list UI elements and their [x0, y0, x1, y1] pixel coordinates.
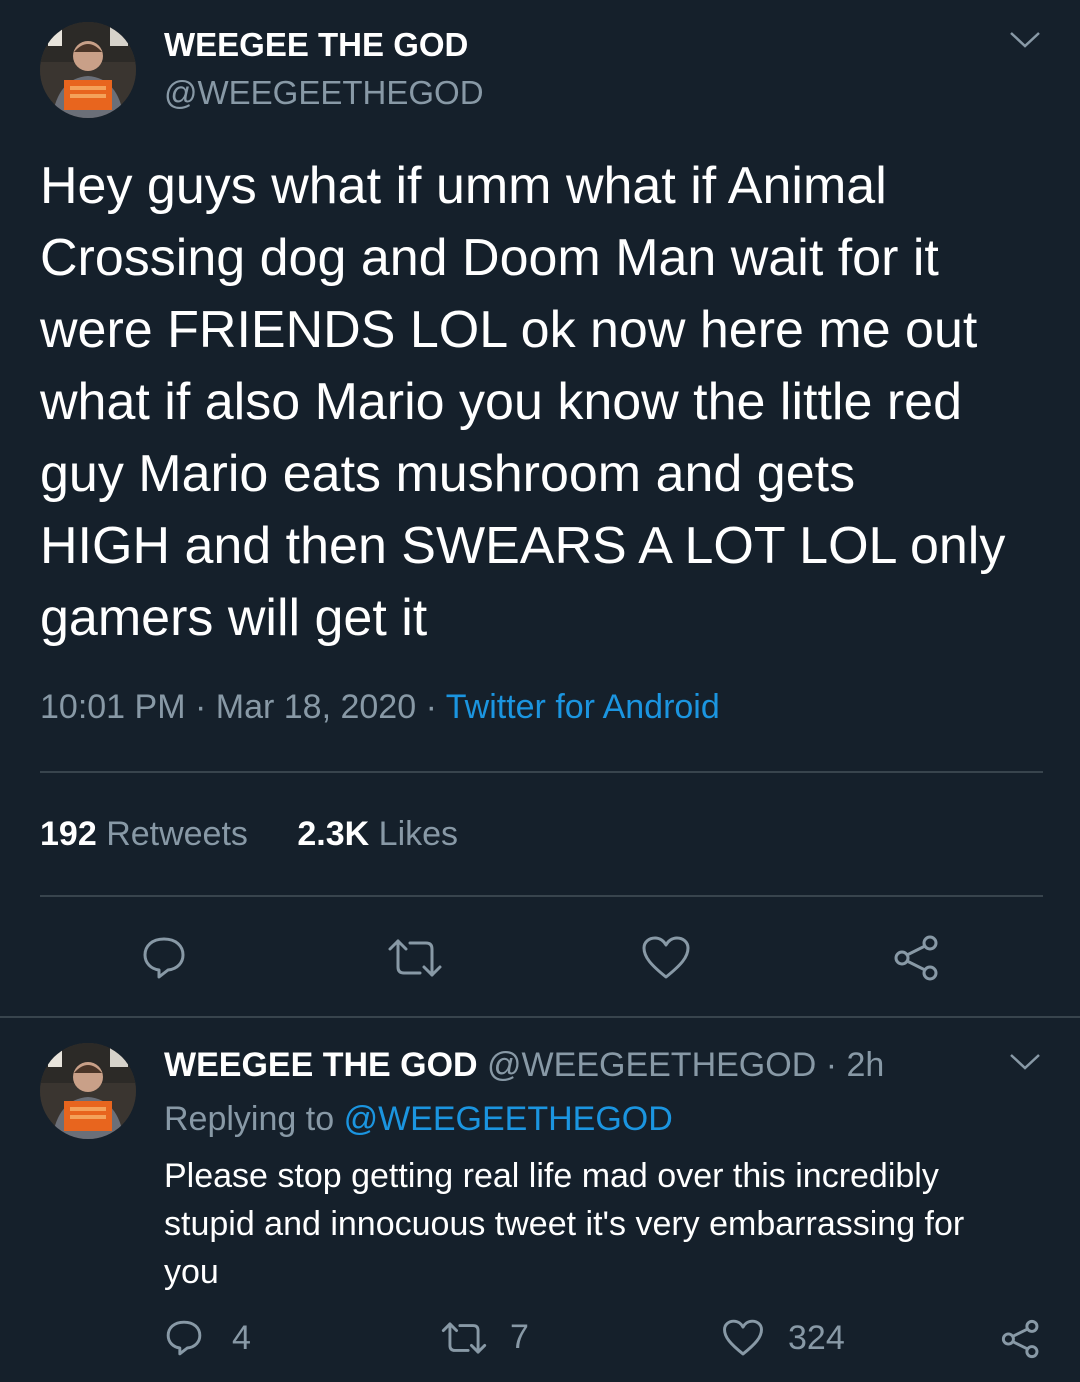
- tweet-time: 10:01 PM: [40, 688, 186, 726]
- replying-to-handle[interactable]: @WEEGEETHEGOD: [344, 1100, 673, 1138]
- reply-text-line: Please stop getting real life mad over t…: [164, 1157, 939, 1195]
- author-handle[interactable]: @WEEGEETHEGOD: [164, 74, 484, 112]
- author-name[interactable]: WEEGEE THE GOD: [164, 26, 468, 64]
- tweet-text-line: gamers will get it: [40, 589, 428, 647]
- heart-icon[interactable]: [722, 1318, 764, 1358]
- retweet-action[interactable]: 7: [440, 1318, 529, 1357]
- divider: [0, 1016, 1080, 1018]
- heart-icon[interactable]: [641, 935, 691, 981]
- retweets-stat[interactable]: 192 Retweets: [40, 815, 257, 853]
- retweet-count: 7: [510, 1318, 529, 1356]
- reply-text: Please stop getting real life mad over t…: [164, 1152, 1064, 1296]
- tweet-text: Hey guys what if umm what if Animal Cros…: [40, 150, 1060, 654]
- chevron-down-icon[interactable]: [1008, 1052, 1042, 1072]
- likes-count: 2.3K: [297, 815, 370, 853]
- avatar[interactable]: [40, 22, 136, 118]
- tweet-meta: 10:01 PM · Mar 18, 2020 · Twitter for An…: [40, 688, 720, 727]
- reply-age: 2h: [846, 1046, 885, 1084]
- tweet-text-line: Hey guys what if umm what if Animal: [40, 157, 887, 215]
- likes-label: Likes: [378, 815, 459, 853]
- replying-to-label: Replying to: [164, 1100, 335, 1138]
- reply-icon[interactable]: [164, 1318, 204, 1358]
- reply-text-line: you: [164, 1253, 219, 1291]
- tweet-date: Mar 18, 2020: [215, 688, 417, 726]
- divider: [40, 771, 1043, 773]
- meta-separator: ·: [825, 1046, 838, 1084]
- reply-icon[interactable]: [140, 935, 188, 981]
- reply-author-handle[interactable]: @WEEGEETHEGOD: [487, 1046, 816, 1084]
- divider: [40, 895, 1043, 897]
- avatar[interactable]: [40, 1043, 136, 1139]
- reply-author-name[interactable]: WEEGEE THE GOD: [164, 1046, 478, 1084]
- tweet-text-line: Crossing dog and Doom Man wait for it: [40, 229, 939, 287]
- tweet-text-line: guy Mario eats mushroom and gets: [40, 445, 856, 503]
- meta-separator: ·: [194, 688, 207, 726]
- reply-action[interactable]: 4: [164, 1318, 251, 1358]
- share-icon[interactable]: [892, 933, 942, 983]
- reply-header: WEEGEE THE GOD @WEEGEETHEGOD · 2h: [164, 1046, 884, 1085]
- likes-stat[interactable]: 2.3K Likes: [297, 815, 458, 853]
- chevron-down-icon[interactable]: [1008, 30, 1042, 50]
- like-count: 324: [788, 1318, 845, 1357]
- retweet-icon[interactable]: [386, 937, 444, 979]
- meta-separator: ·: [425, 688, 437, 726]
- reply-count: 4: [232, 1318, 251, 1357]
- tweet-text-line: HIGH and then SWEARS A LOT LOL only: [40, 517, 1006, 575]
- replying-to: Replying to @WEEGEETHEGOD: [164, 1100, 673, 1139]
- retweet-icon[interactable]: [440, 1320, 488, 1356]
- tweet-text-line: what if also Mario you know the little r…: [40, 373, 962, 431]
- retweets-count: 192: [40, 815, 97, 853]
- retweets-label: Retweets: [106, 815, 248, 853]
- tweet-stats: 192 Retweets 2.3K Likes: [40, 815, 458, 854]
- like-action[interactable]: 324: [722, 1318, 845, 1358]
- tweet-text-line: were FRIENDS LOL ok now here me out: [40, 301, 978, 359]
- reply-text-line: stupid and innocuous tweet it's very emb…: [164, 1205, 965, 1243]
- share-icon[interactable]: [1000, 1318, 1042, 1360]
- tweet-source-link[interactable]: Twitter for Android: [446, 688, 720, 726]
